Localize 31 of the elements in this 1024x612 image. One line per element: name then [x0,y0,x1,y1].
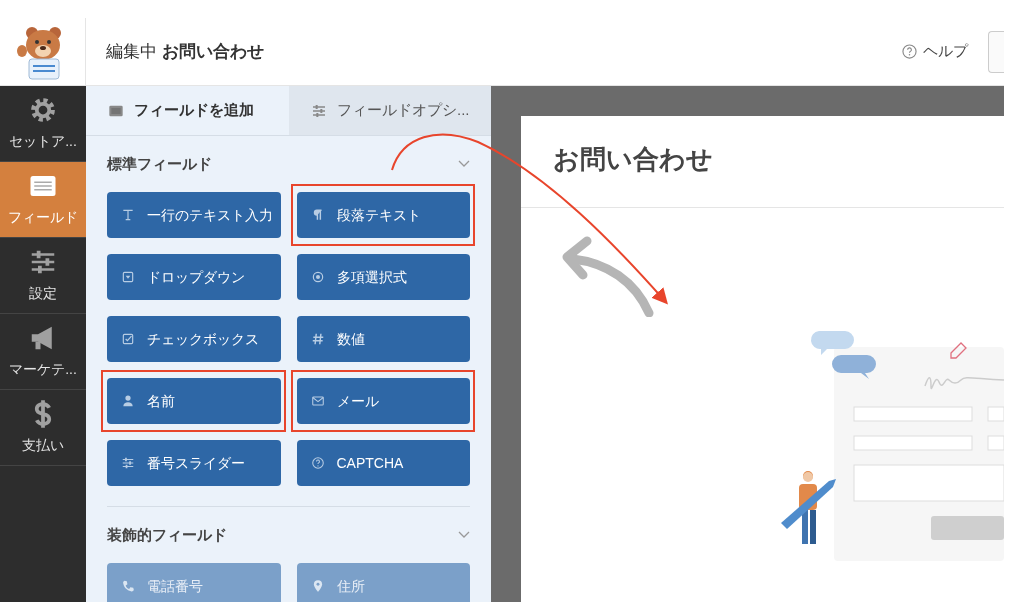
field-button[interactable]: チェックボックス [107,316,281,362]
envelope-icon [310,394,325,408]
sliders-icon [311,102,327,119]
field-button[interactable]: 番号スライダー [107,440,281,486]
cut-off-button[interactable] [988,30,1004,73]
field-button[interactable]: 一行のテキスト入力 [107,192,281,238]
field-button[interactable]: ドロップダウン [107,254,281,300]
field-button[interactable]: 段落テキスト [296,192,470,238]
help-link[interactable]: ヘルプ [923,40,968,63]
section-heading[interactable]: 標準フィールド [107,152,212,176]
person-icon [121,394,135,408]
field-button[interactable]: 数値 [296,316,470,362]
form-title: お問い合わせ [553,144,713,174]
help-icon [310,456,325,470]
checkbox-icon [121,332,135,346]
panel-tab[interactable]: フィールドオプシ... [289,86,491,136]
field-button[interactable]: CAPTCHA [296,440,470,486]
chevron-down-icon[interactable] [458,160,470,168]
settings-icon [28,95,58,125]
phone-icon [121,579,135,593]
hash-icon [310,332,325,346]
field-button[interactable]: 多項選択式 [296,254,470,300]
sliders-icon [121,456,135,470]
text-icon [121,208,135,222]
help-icon [902,44,917,59]
dropdown-icon [121,270,135,284]
field-button[interactable]: メール [296,378,470,424]
radio-icon [310,270,325,284]
sidebar-item[interactable]: フィールド [0,162,86,238]
form-editing-title: 編集中 お問い合わせ [106,40,264,63]
field-button[interactable]: 名前 [107,378,281,424]
